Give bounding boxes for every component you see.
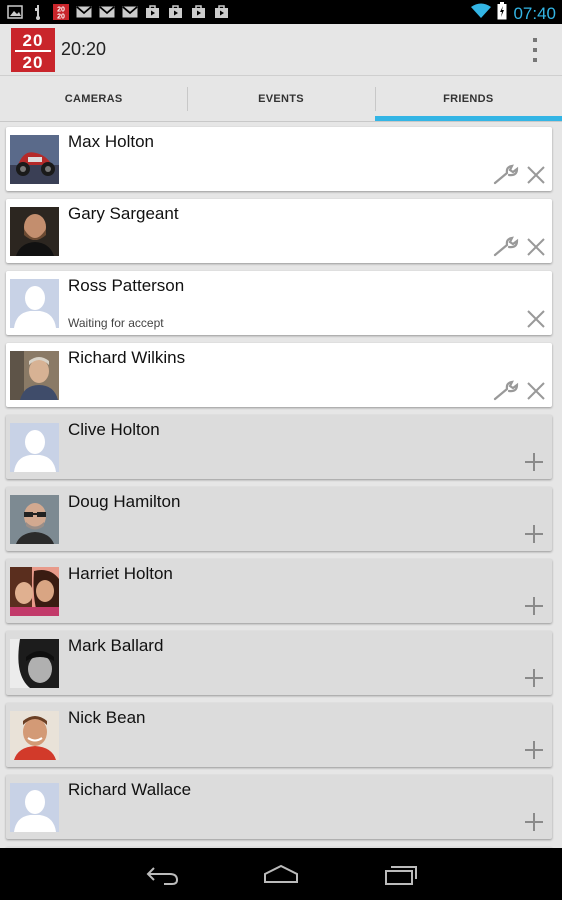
suggestion-name: Mark Ballard <box>68 636 164 655</box>
avatar <box>10 135 59 184</box>
avatar <box>10 639 59 688</box>
logo-bottom-text: 20 <box>22 53 44 72</box>
play-store-icon <box>144 3 161 20</box>
avatar <box>10 207 59 256</box>
avatar <box>10 495 59 544</box>
usb-icon <box>29 3 46 20</box>
svg-text:20: 20 <box>57 6 65 13</box>
suggestion-card[interactable]: Clive Holton <box>6 415 552 479</box>
action-bar: 20 20 20:20 <box>0 24 562 76</box>
friends-list[interactable]: Max Holton Gary Sargeant Ross Patterson … <box>0 122 562 848</box>
plus-icon[interactable] <box>523 451 547 475</box>
friend-name: Ross Patterson <box>68 276 185 295</box>
suggestion-name: Doug Hamilton <box>68 492 181 511</box>
suggestion-card[interactable]: Doug Hamilton <box>6 487 552 551</box>
overflow-dot <box>533 58 537 62</box>
tab-friends[interactable]: FRIENDS <box>374 77 562 121</box>
suggestion-name: Nick Bean <box>68 708 146 727</box>
avatar <box>10 567 59 616</box>
clock: 07:40 <box>513 3 556 23</box>
status-bar: 20 20 07:40 <box>0 0 562 24</box>
overflow-dot <box>533 48 537 52</box>
wrench-icon[interactable] <box>492 379 519 403</box>
plus-icon[interactable] <box>523 811 547 835</box>
app-title: 20:20 <box>61 39 107 59</box>
friend-name: Richard Wilkins <box>68 348 186 367</box>
plus-icon[interactable] <box>523 667 547 691</box>
suggestion-name: Harriet Holton <box>68 564 173 583</box>
suggestion-name: Clive Holton <box>68 420 160 439</box>
navigation-bar <box>0 848 562 900</box>
avatar <box>10 423 59 472</box>
friend-card[interactable]: Gary Sargeant <box>6 199 552 263</box>
home-icon[interactable] <box>263 862 299 886</box>
avatar <box>10 783 59 832</box>
close-icon[interactable] <box>524 379 548 403</box>
suggestion-name: Richard Wallace <box>68 780 192 799</box>
wrench-icon[interactable] <box>492 235 519 259</box>
plus-icon[interactable] <box>523 523 547 547</box>
svg-text:20: 20 <box>57 13 65 20</box>
battery-charging-icon <box>497 2 507 25</box>
suggestion-card[interactable]: Richard Wallace <box>6 775 552 839</box>
friend-card[interactable]: Max Holton <box>6 127 552 191</box>
app-logo[interactable]: 20 20 <box>11 28 55 72</box>
friend-card[interactable]: Richard Wilkins <box>6 343 552 407</box>
wifi-icon <box>471 3 492 24</box>
play-store-icon <box>213 3 230 20</box>
app-2020-icon: 20 20 <box>52 3 69 20</box>
wrench-icon[interactable] <box>492 163 519 187</box>
play-store-icon <box>190 3 207 20</box>
suggestion-card[interactable]: Mark Ballard <box>6 631 552 695</box>
suggestion-card[interactable]: Harriet Holton <box>6 559 552 623</box>
close-icon[interactable] <box>524 235 548 259</box>
close-icon[interactable] <box>524 163 548 187</box>
overflow-dot <box>533 38 537 42</box>
avatar <box>10 279 59 328</box>
friend-name: Max Holton <box>68 132 154 151</box>
friend-card[interactable]: Ross Patterson Waiting for accept <box>6 271 552 335</box>
system-icons: 07:40 <box>471 2 556 25</box>
friend-name: Gary Sargeant <box>68 204 179 223</box>
friend-status: Waiting for accept <box>68 316 164 330</box>
tab-cameras[interactable]: CAMERAS <box>0 77 187 121</box>
logo-top-text: 20 <box>15 32 51 52</box>
gmail-icon <box>75 3 92 20</box>
plus-icon[interactable] <box>523 595 547 619</box>
tab-events[interactable]: EVENTS <box>187 77 374 121</box>
suggestion-card[interactable]: Nick Bean <box>6 703 552 767</box>
avatar <box>10 351 59 400</box>
back-icon[interactable] <box>144 862 180 886</box>
plus-icon[interactable] <box>523 739 547 763</box>
image-icon <box>6 3 23 20</box>
gmail-icon <box>121 3 138 20</box>
recents-icon[interactable] <box>383 862 419 886</box>
play-store-icon <box>167 3 184 20</box>
overflow-menu-icon[interactable] <box>530 38 540 62</box>
notification-icons: 20 20 <box>6 3 230 20</box>
avatar <box>10 711 59 760</box>
tab-bar: CAMERAS EVENTS FRIENDS <box>0 77 562 122</box>
gmail-icon <box>98 3 115 20</box>
close-icon[interactable] <box>524 307 548 331</box>
